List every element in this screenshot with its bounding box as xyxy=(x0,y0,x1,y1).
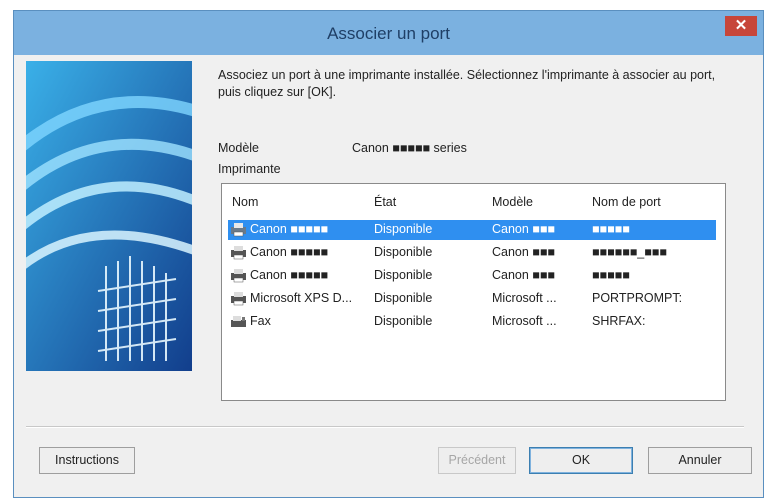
printer-port: ■■■■■ xyxy=(592,268,630,282)
printer-name: Fax xyxy=(250,314,271,328)
printer-port: ■■■■■ xyxy=(592,222,630,236)
model-value: Canon ■■■■■ series xyxy=(352,141,467,155)
printer-port: SHRFAX: xyxy=(592,314,646,328)
printer-model: Canon ■■■ xyxy=(492,222,555,236)
ok-button[interactable]: OK xyxy=(529,447,633,474)
instructions-button[interactable]: Instructions xyxy=(39,447,135,474)
printer-icon xyxy=(231,223,246,237)
fax-icon xyxy=(231,316,246,327)
printer-label: Imprimante xyxy=(218,162,281,176)
instruction-text: Associez un port à une imprimante instal… xyxy=(218,68,716,99)
printer-port: PORTPROMPT: xyxy=(592,291,683,305)
printer-icon xyxy=(231,269,246,283)
dialog-title: Associer un port xyxy=(327,24,450,43)
printer-name: Canon ■■■■■ xyxy=(250,268,329,282)
footer-divider xyxy=(26,426,744,428)
model-label: Modèle xyxy=(218,141,259,155)
printer-icon xyxy=(231,292,246,306)
column-header-model[interactable]: Modèle xyxy=(492,195,533,209)
printer-state: Disponible xyxy=(374,245,433,259)
printer-state: Disponible xyxy=(374,291,433,305)
disabled-button[interactable]: Précédent xyxy=(438,447,516,474)
printer-name: Microsoft XPS D... xyxy=(250,291,353,305)
printer-row[interactable]: Canon ■■■■■ Disponible Canon ■■■ ■■■■■ xyxy=(228,266,716,286)
printer-name: Canon ■■■■■ xyxy=(250,222,329,236)
printer-model: Canon ■■■ xyxy=(492,268,555,282)
close-button[interactable]: ✕ xyxy=(725,16,757,36)
printer-list[interactable]: Nom État Modèle Nom de port Canon ■■■■■ … xyxy=(221,183,726,401)
printer-row[interactable]: Canon ■■■■■ Disponible Canon ■■■ ■■■■■ xyxy=(228,220,716,240)
column-header-state[interactable]: État xyxy=(374,195,396,209)
cancel-button[interactable]: Annuler xyxy=(648,447,752,474)
wireless-illustration xyxy=(26,61,192,371)
printer-icon xyxy=(231,246,246,260)
printer-row[interactable]: Canon ■■■■■ Disponible Canon ■■■ ■■■■■■_… xyxy=(228,243,716,263)
printer-name: Canon ■■■■■ xyxy=(250,245,329,259)
printer-state: Disponible xyxy=(374,268,433,282)
printer-model: Canon ■■■ xyxy=(492,245,555,259)
printer-state: Disponible xyxy=(374,222,433,236)
column-header-name[interactable]: Nom xyxy=(232,195,258,209)
printer-row[interactable]: Fax Disponible Microsoft ... SHRFAX: xyxy=(228,312,716,332)
printer-model: Microsoft ... xyxy=(492,291,557,305)
printer-port: ■■■■■■_■■■ xyxy=(592,245,667,259)
printer-row[interactable]: Microsoft XPS D... Disponible Microsoft … xyxy=(228,289,716,309)
title-bar[interactable]: Associer un port ✕ xyxy=(14,11,763,55)
printer-model: Microsoft ... xyxy=(492,314,557,328)
printer-state: Disponible xyxy=(374,314,433,328)
column-header-port[interactable]: Nom de port xyxy=(592,195,661,209)
